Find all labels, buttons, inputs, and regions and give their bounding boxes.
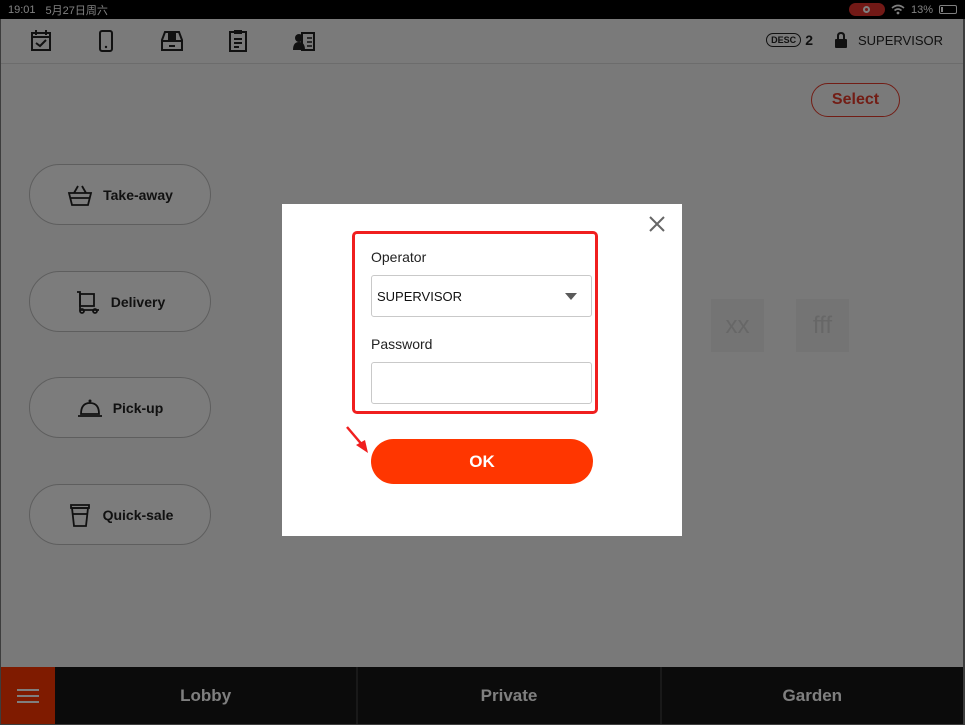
pointer-arrow-icon	[346, 426, 368, 453]
operator-value: SUPERVISOR	[377, 288, 463, 304]
password-field[interactable]	[371, 362, 592, 404]
chevron-down-icon	[565, 293, 577, 300]
close-icon[interactable]	[647, 214, 667, 234]
operator-label: Operator	[371, 249, 427, 265]
ok-button[interactable]: OK	[371, 439, 593, 484]
password-label: Password	[371, 336, 433, 352]
operator-select[interactable]: SUPERVISOR	[371, 275, 592, 317]
login-dialog: Operator SUPERVISOR Password OK	[282, 204, 682, 536]
